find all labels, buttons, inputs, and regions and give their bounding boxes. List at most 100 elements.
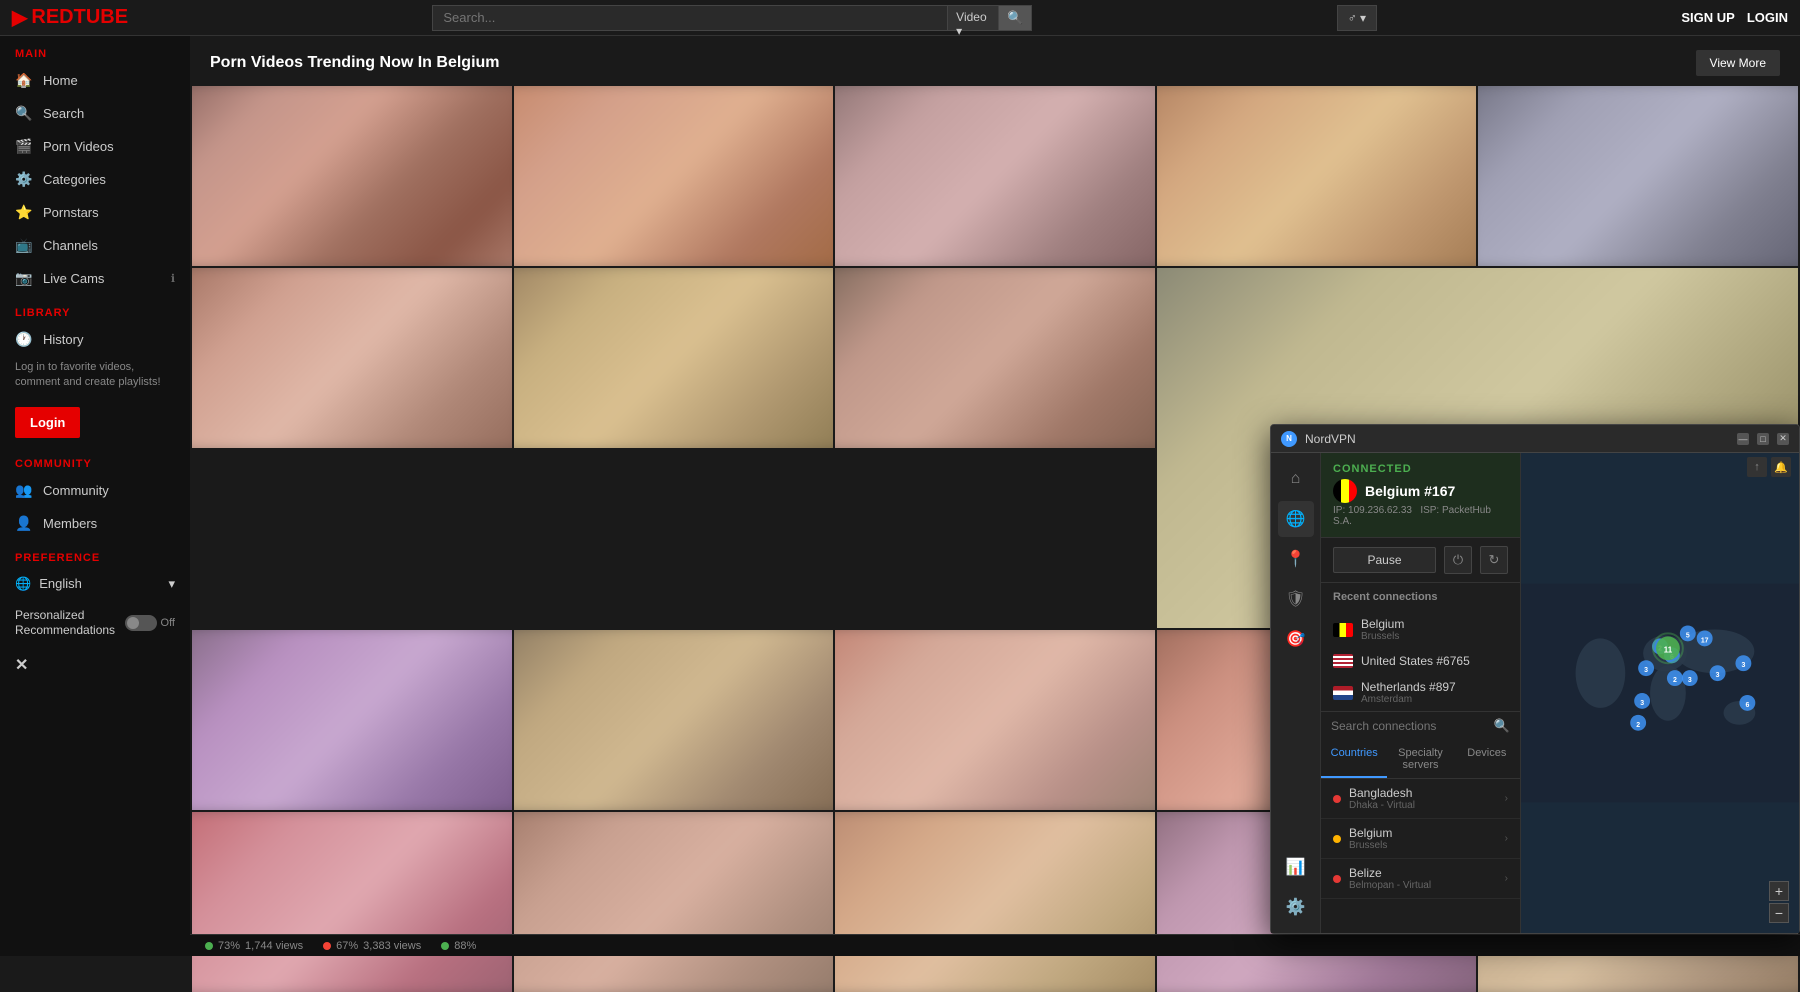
gender-filter[interactable]: ♂ ▾ <box>1337 5 1377 31</box>
vpn-settings-btn[interactable]: ⚙️ <box>1278 889 1314 925</box>
vpn-target-btn[interactable]: 🎯 <box>1278 621 1314 657</box>
video-thumb-11[interactable] <box>514 630 834 810</box>
sidebar-item-porn-videos[interactable]: 🎬 Porn Videos <box>0 130 190 163</box>
bell-icon-btn[interactable]: 🔔 <box>1771 457 1791 477</box>
upload-icon-btn[interactable]: ↑ <box>1747 457 1767 477</box>
svg-text:11: 11 <box>1664 645 1673 654</box>
recent-item-us[interactable]: United States #6765 <box>1321 648 1520 674</box>
nordvpn-middle-panel: CONNECTED Belgium #167 IP: 109.236.62.33… <box>1321 453 1521 933</box>
country-item-belgium[interactable]: Belgium Brussels › <box>1321 819 1520 859</box>
live-cams-icon: 📷 <box>15 270 33 287</box>
video-thumb-2[interactable] <box>514 86 834 266</box>
minimize-button[interactable]: — <box>1737 433 1749 445</box>
categories-icon: ⚙️ <box>15 171 33 188</box>
search-type-select[interactable]: Video ▾ <box>948 5 999 31</box>
status-dot-bangladesh <box>1333 795 1341 803</box>
nordvpn-titlebar: N NordVPN — □ ✕ <box>1271 425 1799 453</box>
members-icon: 👤 <box>15 515 33 532</box>
tab-devices[interactable]: Devices <box>1454 740 1520 778</box>
recent-item-nl[interactable]: Netherlands #897 Amsterdam <box>1321 674 1520 711</box>
library-subtext: Log in to favorite videos, comment and c… <box>0 356 190 399</box>
country-item-bangladesh[interactable]: Bangladesh Dhaka - Virtual › <box>1321 779 1520 819</box>
zoom-in-button[interactable]: + <box>1769 881 1789 901</box>
video-thumb-4[interactable] <box>1157 86 1477 266</box>
sidebar-item-members[interactable]: 👤 Members <box>0 507 190 540</box>
video-thumb-15[interactable] <box>192 812 512 992</box>
country-row: Belgium #167 <box>1333 479 1508 503</box>
svg-text:17: 17 <box>1701 637 1709 644</box>
logo[interactable]: ▶ REDTUBE <box>12 5 128 30</box>
tab-specialty[interactable]: Specialty servers <box>1387 740 1453 778</box>
search-input[interactable] <box>432 5 948 31</box>
sidebar: MAIN 🏠 Home 🔍 Search 🎬 Porn Videos ⚙️ Ca… <box>0 36 190 956</box>
belgium-flag <box>1333 479 1357 503</box>
connection-details: IP: 109.236.62.33 ISP: PacketHub S.A. <box>1333 505 1508 527</box>
search-bar: Video ▾ 🔍 <box>432 5 1032 31</box>
map-zoom-controls: + − <box>1769 881 1789 923</box>
close-button[interactable]: ✕ <box>1777 433 1789 445</box>
video-thumb-6[interactable] <box>192 268 512 448</box>
connected-label: CONNECTED <box>1333 463 1508 475</box>
pause-button[interactable]: Pause <box>1333 547 1436 573</box>
expand-arrow-bangladesh: › <box>1505 793 1508 804</box>
vpn-shield-btn[interactable]: 🛡 <box>1278 581 1314 617</box>
connected-banner: CONNECTED Belgium #167 IP: 109.236.62.33… <box>1321 453 1520 538</box>
search-connections-icon: 🔍 <box>1494 718 1510 734</box>
status-dot-belgium <box>1333 835 1341 843</box>
vpn-home-btn[interactable]: ⌂ <box>1278 461 1314 497</box>
sidebar-main-label: MAIN <box>0 36 190 64</box>
refresh-icon-btn[interactable]: ↻ <box>1480 546 1508 574</box>
signup-button[interactable]: SIGN UP <box>1681 10 1734 25</box>
tab-countries[interactable]: Countries <box>1321 740 1387 778</box>
login-button[interactable]: LOGIN <box>1747 10 1788 25</box>
vpn-stats-btn[interactable]: 📊 <box>1278 849 1314 885</box>
topbar-right: SIGN UP LOGIN <box>1681 10 1788 25</box>
video-thumb-17[interactable] <box>835 812 1155 992</box>
language-select[interactable]: 🌐 English ▾ <box>0 568 190 600</box>
sidebar-item-search[interactable]: 🔍 Search <box>0 97 190 130</box>
videos-icon: 🎬 <box>15 138 33 155</box>
zoom-out-button[interactable]: − <box>1769 903 1789 923</box>
sidebar-item-channels[interactable]: 📺 Channels <box>0 229 190 262</box>
recent-connections-label: Recent connections <box>1321 583 1520 611</box>
x-logo[interactable]: ✕ <box>0 647 190 683</box>
video-thumb-3[interactable] <box>835 86 1155 266</box>
country-list: Bangladesh Dhaka - Virtual › Belgium Bru… <box>1321 779 1520 933</box>
personalized-toggle[interactable]: Off <box>125 615 175 631</box>
power-icon-btn[interactable]: ⏻ <box>1444 546 1472 574</box>
video-grid-row1 <box>190 86 1800 266</box>
community-icon: 👥 <box>15 482 33 499</box>
video-thumb-12[interactable] <box>835 630 1155 810</box>
pornstars-icon: ⭐ <box>15 204 33 221</box>
video-thumb-8[interactable] <box>835 268 1155 448</box>
svg-text:2: 2 <box>1673 677 1677 684</box>
sidebar-item-pornstars[interactable]: ⭐ Pornstars <box>0 196 190 229</box>
recent-item-belgium[interactable]: Belgium Brussels <box>1321 611 1520 648</box>
country-item-belize[interactable]: Belize Belmopan - Virtual › <box>1321 859 1520 899</box>
video-thumb-16[interactable] <box>514 812 834 992</box>
search-connections-input[interactable] <box>1331 719 1488 733</box>
sidebar-item-community[interactable]: 👥 Community <box>0 474 190 507</box>
search-button[interactable]: 🔍 <box>999 5 1032 31</box>
sidebar-item-categories[interactable]: ⚙️ Categories <box>0 163 190 196</box>
sidebar-item-history[interactable]: 🕐 History <box>0 323 190 356</box>
sidebar-community-label: COMMUNITY <box>0 446 190 474</box>
vpn-globe-btn[interactable]: 🌐 <box>1278 501 1314 537</box>
view-more-button[interactable]: View More <box>1696 50 1780 76</box>
video-thumb-10[interactable] <box>192 630 512 810</box>
video-thumb-5[interactable] <box>1478 86 1798 266</box>
nordvpn-logo-icon: N <box>1281 431 1297 447</box>
maximize-button[interactable]: □ <box>1757 433 1769 445</box>
video-thumb-7[interactable] <box>514 268 834 448</box>
stats-bar: 73% 1,744 views 67% 3,383 views 88% <box>190 934 1800 956</box>
sidebar-item-live-cams[interactable]: 📷 Live Cams ℹ <box>0 262 190 295</box>
video-thumb-1[interactable] <box>192 86 512 266</box>
svg-text:3: 3 <box>1644 667 1648 674</box>
topbar: ▶ REDTUBE Video ▾ 🔍 ♂ ▾ SIGN UP LOGIN <box>0 0 1800 36</box>
sidebar-item-home[interactable]: 🏠 Home <box>0 64 190 97</box>
svg-text:3: 3 <box>1716 672 1720 679</box>
stat-dot-1 <box>205 942 213 950</box>
vpn-location-btn[interactable]: 📍 <box>1278 541 1314 577</box>
sidebar-login-button[interactable]: Login <box>15 407 80 438</box>
logo-text: REDTUBE <box>31 6 128 29</box>
